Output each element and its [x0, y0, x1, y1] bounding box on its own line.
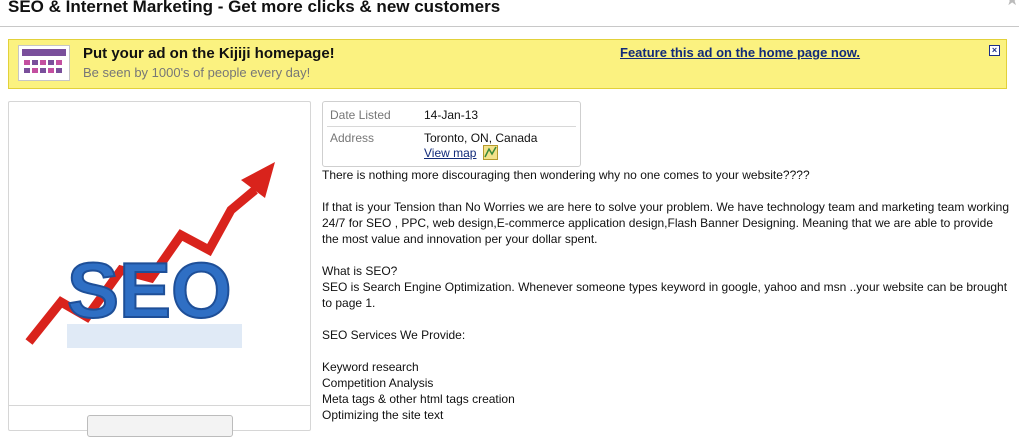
feature-ad-link[interactable]: Feature this ad on the home page now.	[620, 45, 860, 60]
address-value: Toronto, ON, Canada	[424, 131, 538, 145]
title-divider	[0, 26, 1019, 27]
page-title: SEO & Internet Marketing - Get more clic…	[8, 0, 501, 16]
listing-photo-frame: SEO	[8, 101, 311, 431]
listing-photo[interactable]: SEO	[9, 102, 312, 402]
view-map-link[interactable]: View map	[424, 146, 476, 160]
services-heading: SEO Services We Provide:	[322, 328, 466, 342]
seo-logo-text: SEO	[67, 246, 232, 334]
details-table: Date Listed 14-Jan-13 Address Toronto, O…	[322, 101, 581, 167]
address-label: Address	[330, 131, 375, 145]
close-icon[interactable]: ×	[989, 45, 1000, 56]
description-paragraph: If that is your Tension than No Worries …	[322, 200, 1010, 246]
photo-divider	[8, 405, 311, 406]
photo-nav-button[interactable]	[87, 415, 233, 437]
description-heading: What is SEO?	[322, 264, 398, 278]
star-icon[interactable]: ★	[1005, 0, 1019, 9]
homepage-grid-icon	[18, 45, 70, 81]
listing-description: There is nothing more discouraging then …	[322, 167, 1012, 423]
services-list: Keyword research Competition Analysis Me…	[322, 359, 1012, 423]
list-item: Keyword research	[322, 360, 419, 374]
list-item: Optimizing the site text	[322, 408, 444, 422]
date-listed-label: Date Listed	[330, 108, 391, 122]
description-paragraph: There is nothing more discouraging then …	[322, 168, 810, 182]
list-item: Competition Analysis	[322, 376, 434, 390]
description-paragraph: SEO is Search Engine Optimization. Whene…	[322, 280, 1008, 310]
map-icon[interactable]	[483, 145, 498, 160]
promo-banner: Put your ad on the Kijiji homepage! Be s…	[8, 39, 1007, 89]
list-item: Meta tags & other html tags creation	[322, 392, 515, 406]
date-listed-value: 14-Jan-13	[424, 108, 479, 122]
promo-headline: Put your ad on the Kijiji homepage!	[83, 45, 335, 62]
promo-subline: Be seen by 1000's of people every day!	[83, 65, 311, 80]
